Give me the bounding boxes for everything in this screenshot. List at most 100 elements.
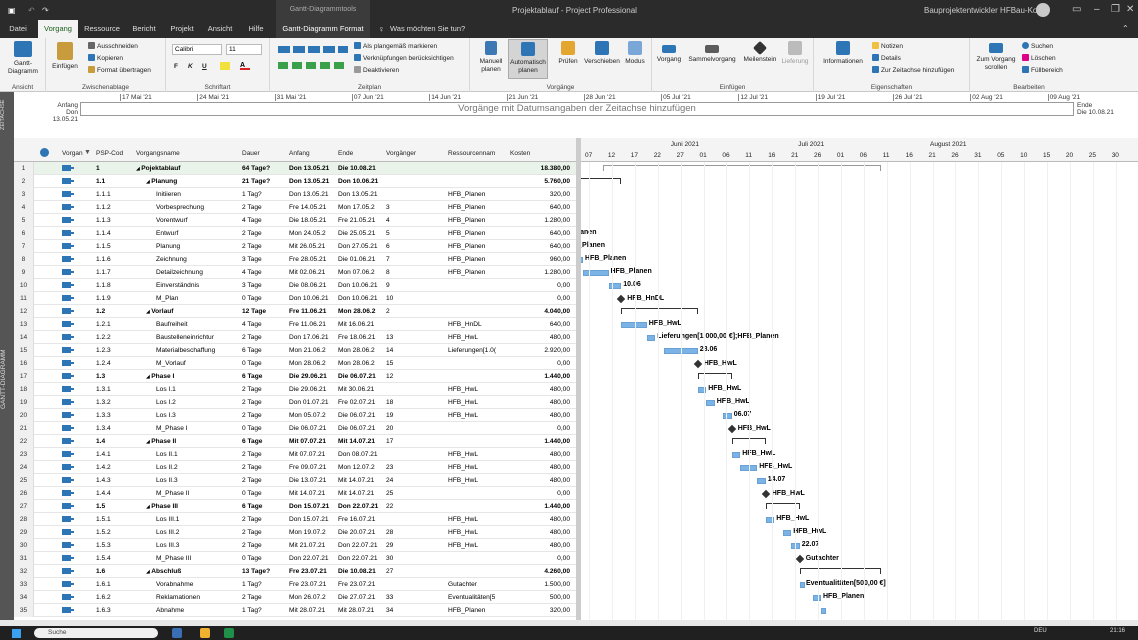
start-cell[interactable]: Mit 28.07.21 (289, 604, 337, 617)
resource-cell[interactable]: HFB_Planen (448, 266, 508, 279)
scroll-to-task-button[interactable]: Zum Vorgang scrollen (974, 41, 1018, 72)
mode-cell[interactable] (62, 591, 92, 604)
task-name-cell[interactable]: ◢ Phase III (146, 500, 240, 513)
task-name-cell[interactable]: Los III.1 (156, 513, 240, 526)
row-number[interactable]: 23 (14, 448, 34, 461)
duration-cell[interactable]: 2 Tage (242, 448, 288, 461)
tab-hilfe[interactable]: Hilfe (242, 20, 270, 38)
task-name-cell[interactable]: M_Plan (156, 292, 240, 305)
resource-cell[interactable]: HFB_Planen (448, 188, 508, 201)
wbs-cell[interactable]: 1.4.3 (96, 474, 134, 487)
col-wbs[interactable]: PSP-Cod (96, 150, 123, 157)
cost-cell[interactable]: 480,00 (510, 448, 574, 461)
indicator-cell[interactable] (36, 253, 54, 266)
resource-cell[interactable] (448, 565, 508, 578)
duration-cell[interactable]: 2 Tage (242, 591, 288, 604)
insert-summary-button[interactable]: Sammelvorgang (684, 41, 740, 64)
duration-cell[interactable]: 3 Tage (242, 279, 288, 292)
task-name-cell[interactable]: ◢ Phase II (146, 435, 240, 448)
predecessor-cell[interactable] (386, 175, 446, 188)
predecessor-cell[interactable] (386, 513, 446, 526)
row-number[interactable]: 1 (14, 162, 34, 175)
mode-cell[interactable] (62, 474, 92, 487)
start-cell[interactable]: Don 01.07.21 (289, 396, 337, 409)
duration-cell[interactable]: 6 Tage (242, 435, 288, 448)
mode-cell[interactable] (62, 201, 92, 214)
wbs-cell[interactable]: 1 (96, 162, 134, 175)
row-number[interactable]: 12 (14, 305, 34, 318)
finish-cell[interactable]: Mon 28.06.2 (338, 357, 386, 370)
project-app-icon[interactable] (224, 628, 234, 638)
percent-complete-icon[interactable] (278, 46, 348, 53)
start-cell[interactable]: Mon 28.06.2 (289, 357, 337, 370)
tab-ansicht[interactable]: Ansicht (202, 20, 238, 38)
start-cell[interactable]: Fre 23.07.21 (289, 565, 337, 578)
cost-cell[interactable]: 640,00 (510, 318, 574, 331)
table-row[interactable]: 14 1.2.2 Baustelleneinrichtur 2 Tage Don 17.… (14, 331, 576, 344)
wbs-cell[interactable]: 1.1.9 (96, 292, 134, 305)
indicator-cell[interactable] (36, 448, 54, 461)
resource-cell[interactable]: Lieferungen[1.0( (448, 344, 508, 357)
task-bar[interactable] (723, 413, 732, 419)
resource-cell[interactable] (448, 305, 508, 318)
indicator-cell[interactable] (36, 370, 54, 383)
duration-cell[interactable]: 2 Tage (242, 383, 288, 396)
format-painter-button[interactable]: Format übertragen (88, 66, 151, 74)
task-name-cell[interactable]: M_Phase I (156, 422, 240, 435)
wbs-cell[interactable]: 1.6.3 (96, 604, 134, 617)
resource-cell[interactable]: HFB_HwL (448, 396, 508, 409)
font-color-icon[interactable]: A (240, 62, 250, 70)
indicator-cell[interactable] (36, 318, 54, 331)
row-number[interactable]: 25 (14, 474, 34, 487)
indicator-cell[interactable] (36, 500, 54, 513)
row-number[interactable]: 29 (14, 526, 34, 539)
indicator-cell[interactable] (36, 604, 54, 617)
paste-button[interactable]: Einfügen (50, 42, 80, 71)
start-cell[interactable]: Don 10.06.21 (289, 292, 337, 305)
cost-cell[interactable]: 5.760,00 (510, 175, 574, 188)
cost-cell[interactable]: 480,00 (510, 383, 574, 396)
wbs-cell[interactable]: 1.1.1 (96, 188, 134, 201)
start-cell[interactable]: Mit 21.07.21 (289, 539, 337, 552)
wbs-cell[interactable]: 1.6.1 (96, 578, 134, 591)
row-number[interactable]: 2 (14, 175, 34, 188)
predecessor-cell[interactable]: 34 (386, 604, 446, 617)
info-column-icon[interactable] (40, 148, 49, 157)
resource-cell[interactable] (448, 162, 508, 175)
task-name-cell[interactable]: Vorabnahme (156, 578, 240, 591)
duration-cell[interactable]: 6 Tage (242, 500, 288, 513)
table-row[interactable]: 17 1.3 ◢ Phase I6 Tage Die 29.06.21 Die 06.0… (14, 370, 576, 383)
cost-cell[interactable]: 0,00 (510, 279, 574, 292)
cost-cell[interactable]: 2.920,00 (510, 344, 574, 357)
task-bar[interactable] (799, 582, 805, 588)
wbs-cell[interactable]: 1.2 (96, 305, 134, 318)
task-name-cell[interactable]: Baufreiheit (156, 318, 240, 331)
duration-cell[interactable]: 2 Tage (242, 331, 288, 344)
finish-cell[interactable]: Don 27.05.21 (338, 240, 386, 253)
mode-cell[interactable] (62, 162, 92, 175)
row-number[interactable]: 16 (14, 357, 34, 370)
indicator-cell[interactable] (36, 539, 54, 552)
start-cell[interactable]: Mon 19.07.2 (289, 526, 337, 539)
duration-cell[interactable]: 2 Tage (242, 240, 288, 253)
resource-cell[interactable]: HFB_HwL (448, 513, 508, 526)
tab-ressource[interactable]: Ressource (82, 20, 122, 38)
start-cell[interactable]: Mit 26.05.21 (289, 240, 337, 253)
start-cell[interactable]: Die 29.06.21 (289, 370, 337, 383)
task-bar[interactable] (757, 478, 766, 484)
predecessor-cell[interactable]: 19 (386, 409, 446, 422)
insert-milestone-button[interactable]: Meilenstein (740, 40, 780, 64)
cost-cell[interactable]: 1.280,00 (510, 214, 574, 227)
predecessor-cell[interactable] (386, 578, 446, 591)
duration-cell[interactable]: 0 Tage (242, 487, 288, 500)
cost-cell[interactable]: 480,00 (510, 539, 574, 552)
duration-cell[interactable]: 6 Tage (242, 370, 288, 383)
col-mode[interactable]: Vorgan (62, 150, 83, 157)
row-number[interactable]: 30 (14, 539, 34, 552)
mark-on-track-button[interactable]: Als plangemäß markieren (354, 42, 437, 50)
resource-cell[interactable]: HFB_HwL (448, 474, 508, 487)
start-cell[interactable]: Don 13.05.21 (289, 175, 337, 188)
start-cell[interactable]: Die 29.06.21 (289, 383, 337, 396)
mode-button[interactable]: Modus (620, 41, 650, 66)
wbs-cell[interactable]: 1.2.1 (96, 318, 134, 331)
